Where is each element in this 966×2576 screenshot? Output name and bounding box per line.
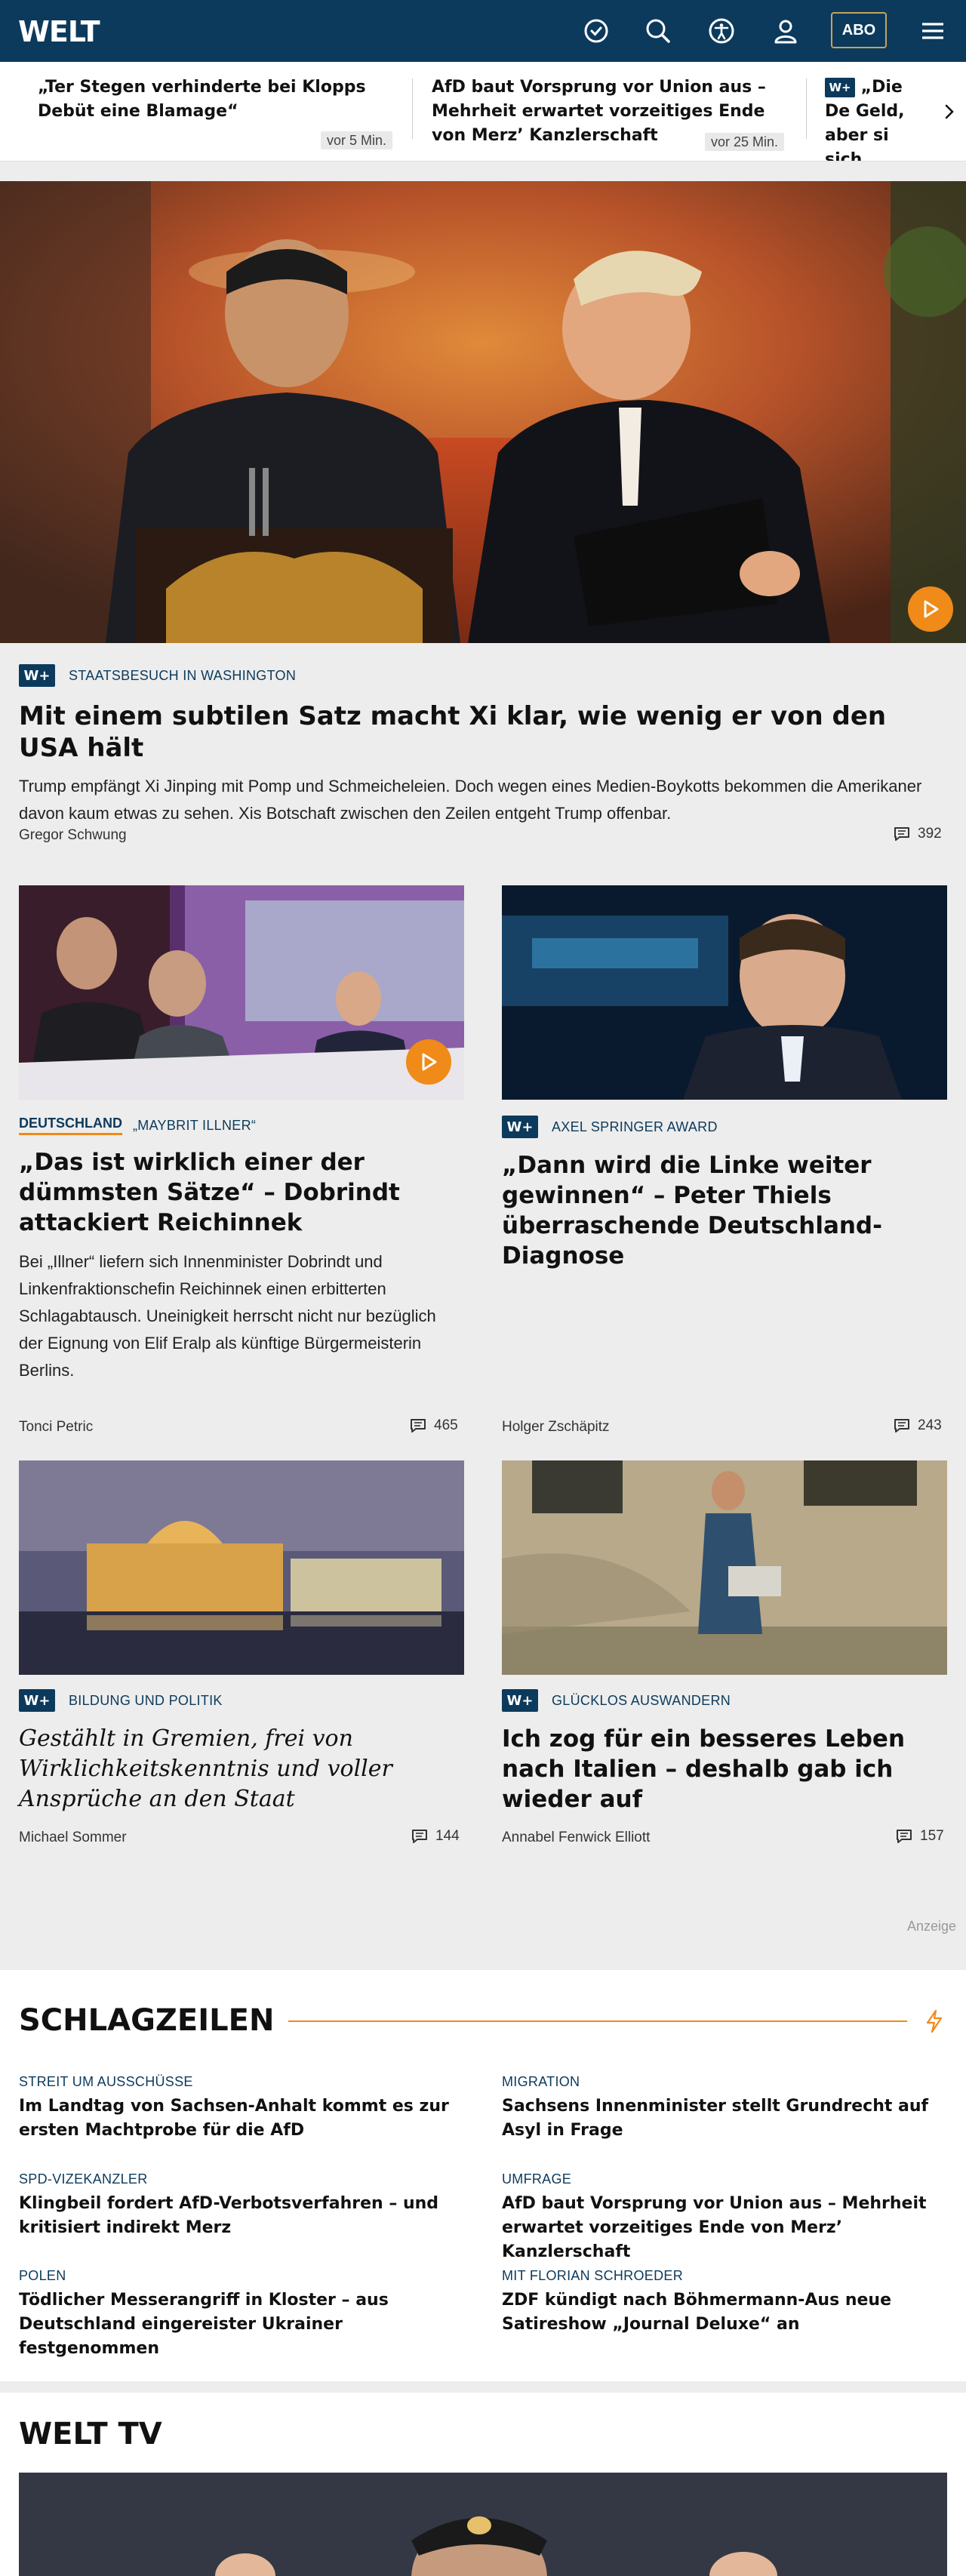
article-image[interactable] [19,885,464,1100]
ticker-time: vor 25 Min. [705,133,785,151]
headline-title[interactable]: Tödlicher Messerangriff in Kloster – aus… [19,2288,464,2361]
ticker-title: „Ter Stegen verhinderte bei Klopps Debüt… [38,78,366,121]
article-image[interactable] [502,885,947,1100]
wplus-badge: W+ [502,1116,538,1138]
headline-item[interactable]: MIGRATION Sachsens Innenminister stellt … [502,2074,947,2143]
comment-icon [411,1419,426,1433]
comment-icon [412,1830,427,1843]
play-icon [422,1053,437,1071]
chevron-right-icon [945,104,954,119]
comment-count[interactable]: 144 [411,1828,460,1845]
ad-label: Anzeige [907,1919,957,1934]
comment-count[interactable]: 243 [894,1417,942,1434]
article-headline[interactable]: Mit einem subtilen Satz macht Xi klar, w… [19,700,947,764]
headline-kicker: UMFRAGE [502,2171,572,2187]
headline-item[interactable]: MIT FLORIAN SCHROEDER ZDF kündigt nach B… [502,2268,947,2337]
video-thumbnail[interactable] [19,2473,947,2576]
article-kicker: „MAYBRIT ILLNER“ [133,1117,257,1133]
article-card[interactable]: DEUTSCHLAND „MAYBRIT ILLNER“ „Das ist wi… [19,1116,464,1384]
user-icon[interactable] [770,15,801,47]
ticker-next-button[interactable] [933,62,966,161]
headline-kicker: POLEN [19,2268,66,2283]
article-card[interactable]: W+ AXEL SPRINGER AWARD „Dann wird die Li… [502,1116,947,1271]
wplus-badge: W+ [825,78,855,97]
headline-item[interactable]: STREIT UM AUSSCHÜSSE Im Landtag von Sach… [19,2074,464,2143]
wplus-badge: W+ [19,664,55,687]
article-kicker: STAATSBESUCH IN WASHINGTON [69,667,297,683]
ticker-item[interactable]: AfD baut Vorsprung vor Union aus – Mehrh… [432,75,786,151]
headline-item[interactable]: UMFRAGE AfD baut Vorsprung vor Union aus… [502,2171,947,2264]
article-author[interactable]: Michael Sommer [19,1830,127,1846]
hero-image[interactable] [0,181,966,643]
article-author[interactable]: Tonci Petric [19,1419,93,1436]
article-kicker: AXEL SPRINGER AWARD [552,1119,718,1134]
headline-item[interactable]: POLEN Tödlicher Messerangriff in Kloster… [19,2268,464,2361]
headline-kicker: STREIT UM AUSSCHÜSSE [19,2074,193,2089]
menu-icon[interactable] [917,15,949,47]
article-author[interactable]: Gregor Schwung [19,827,127,844]
ticker-time: vor 5 Min. [320,131,392,149]
video-play-button[interactable] [406,1039,451,1085]
section-title: WELT TV [19,2417,162,2451]
ticker-item[interactable]: W+ „Die De Geld, aber si sich arbeiter [825,75,931,161]
clock-icon[interactable] [580,15,612,47]
welt-logo[interactable]: WELT [18,15,100,48]
article-image[interactable] [502,1460,947,1675]
section-label[interactable]: DEUTSCHLAND [19,1116,122,1135]
article-headline[interactable]: Gestählt in Gremien, frei von Wirklichke… [19,1724,464,1814]
ticker-divider [806,78,807,139]
abo-button[interactable]: ABO [831,12,887,48]
article-headline[interactable]: „Das ist wirklich einer der dümmsten Sät… [19,1147,464,1238]
search-icon[interactable] [642,15,674,47]
hero-article[interactable]: W+ STAATSBESUCH IN WASHINGTON Mit einem … [19,664,947,827]
wplus-badge: W+ [502,1689,538,1712]
welt-tv-section: WELT TV [0,2393,966,2576]
comment-count[interactable]: 465 [410,1417,458,1434]
headline-title[interactable]: Sachsens Innenminister stellt Grundrecht… [502,2094,947,2143]
lightning-icon [926,2009,943,2033]
article-kicker: GLÜCKLOS AUSWANDERN [552,1692,731,1708]
headline-title[interactable]: Im Landtag von Sachsen-Anhalt kommt es z… [19,2094,464,2143]
article-card[interactable]: W+ GLÜCKLOS AUSWANDERN Ich zog für ein b… [502,1689,947,1814]
comment-count[interactable]: 392 [894,826,942,842]
ticker-divider [412,78,413,139]
ticker-item[interactable]: „Ter Stegen verhinderte bei Klopps Debüt… [38,75,392,152]
video-play-button[interactable] [908,586,953,632]
schlagzeilen-section: SCHLAGZEILEN STREIT UM AUSSCHÜSSE Im Lan… [0,1970,966,2381]
article-card[interactable]: W+ BILDUNG UND POLITIK Gestählt in Gremi… [19,1689,464,1814]
headline-kicker: SPD-VIZEKANZLER [19,2171,148,2187]
comment-icon [894,1419,909,1433]
headline-title[interactable]: Klingbeil fordert AfD-Verbotsverfahren –… [19,2192,464,2240]
article-teaser: Bei „Illner“ liefern sich Innenminister … [19,1252,436,1380]
article-kicker: BILDUNG UND POLITIK [69,1692,223,1708]
article-headline[interactable]: „Dann wird die Linke weiter gewinnen“ – … [502,1150,947,1271]
section-rule [288,2020,907,2022]
play-icon [924,600,939,618]
article-image[interactable] [19,1460,464,1675]
accessibility-icon[interactable] [706,15,737,47]
headline-item[interactable]: SPD-VIZEKANZLER Klingbeil fordert AfD-Ve… [19,2171,464,2240]
headline-kicker: MIT FLORIAN SCHROEDER [502,2268,683,2283]
article-headline[interactable]: Ich zog für ein besseres Leben nach Ital… [502,1724,947,1814]
section-title: SCHLAGZEILEN [19,2003,275,2038]
comment-count[interactable]: 157 [896,1828,944,1845]
article-teaser: Trump empfängt Xi Jinping mit Pomp und S… [19,777,922,823]
headline-title[interactable]: ZDF kündigt nach Böhmermann-Aus neue Sat… [502,2288,947,2337]
headline-title[interactable]: AfD baut Vorsprung vor Union aus – Mehrh… [502,2192,947,2264]
headline-kicker: MIGRATION [502,2074,580,2089]
news-ticker: „Ter Stegen verhinderte bei Klopps Debüt… [0,62,966,162]
wplus-badge: W+ [19,1689,55,1712]
comment-icon [897,1830,912,1843]
site-header: WELT ABO [0,0,966,62]
comment-icon [894,827,909,841]
article-author[interactable]: Annabel Fenwick Elliott [502,1830,650,1846]
article-author[interactable]: Holger Zschäpitz [502,1419,610,1436]
